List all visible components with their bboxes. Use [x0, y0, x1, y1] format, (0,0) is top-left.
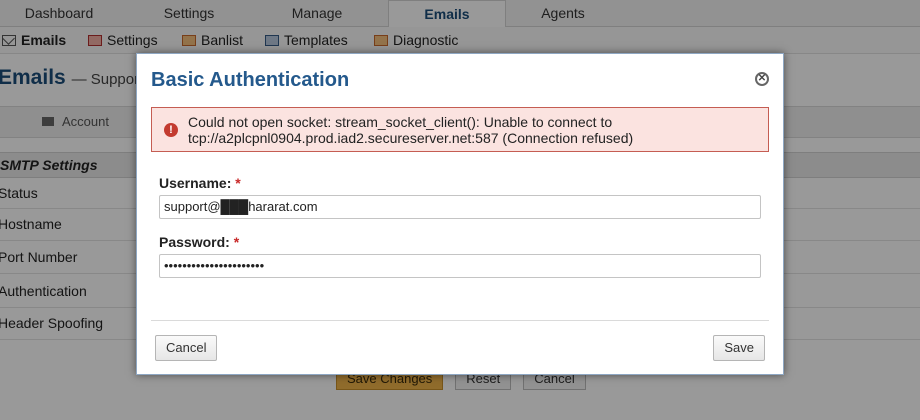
footer-divider: [151, 320, 769, 321]
username-field[interactable]: support@███hararat.com: [159, 195, 761, 219]
save-button[interactable]: Save: [713, 335, 765, 361]
username-label: Username: *: [159, 175, 241, 191]
dialog-title: Basic Authentication: [151, 69, 350, 91]
required-marker: *: [235, 175, 241, 191]
basic-auth-dialog: Basic Authentication ✕ ! Could not open …: [136, 53, 784, 375]
error-alert: ! Could not open socket: stream_socket_c…: [151, 107, 769, 152]
password-field[interactable]: ••••••••••••••••••••••: [159, 254, 761, 278]
cancel-button[interactable]: Cancel: [155, 335, 218, 361]
error-icon: !: [164, 123, 178, 137]
password-label-text: Password:: [159, 234, 230, 250]
required-marker: *: [233, 234, 240, 250]
close-icon[interactable]: ✕: [755, 72, 769, 86]
password-label: Password: *: [159, 234, 239, 250]
error-message: Could not open socket: stream_socket_cli…: [188, 114, 634, 146]
username-label-text: Username:: [159, 175, 232, 191]
